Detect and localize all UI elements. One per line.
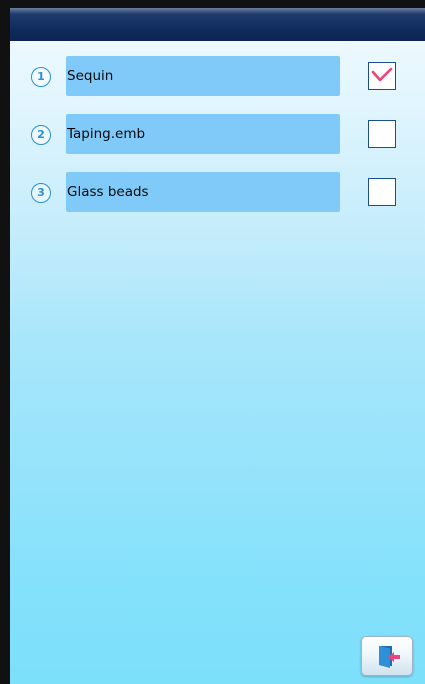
option-field-1[interactable]: Sequin [66, 56, 340, 96]
title-bar [10, 8, 425, 41]
option-checkbox-3[interactable] [368, 178, 396, 206]
exit-door-icon [379, 646, 400, 668]
option-checkbox-1[interactable] [368, 62, 396, 90]
option-number-1: 1 [31, 67, 51, 87]
checkmark-icon [371, 67, 393, 82]
option-row-2: 2 Taping.emb [10, 113, 425, 155]
option-row-3: 3 Glass beads [10, 171, 425, 213]
option-field-2[interactable]: Taping.emb [66, 114, 340, 154]
option-label-3: Glass beads [67, 184, 149, 200]
option-number-3: 3 [31, 183, 51, 203]
option-number-2: 2 [31, 125, 51, 145]
option-label-2: Taping.emb [67, 126, 146, 142]
option-label-1: Sequin [67, 68, 114, 84]
option-field-3[interactable]: Glass beads [66, 172, 340, 212]
dialog-panel: 1 Sequin 2 Taping.emb 3 Glass beads [10, 8, 425, 684]
window-frame: 1 Sequin 2 Taping.emb 3 Glass beads [0, 0, 425, 684]
option-checkbox-2[interactable] [368, 120, 396, 148]
exit-button[interactable] [361, 636, 413, 676]
option-row-1: 1 Sequin [10, 55, 425, 97]
